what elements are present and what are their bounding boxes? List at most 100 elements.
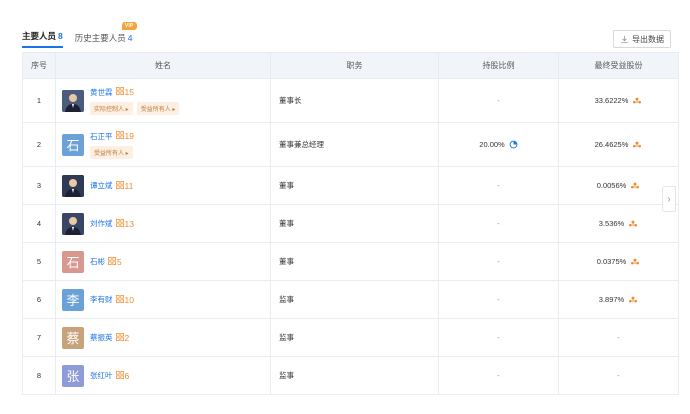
position-cell: 监事: [270, 280, 439, 319]
people-icon[interactable]: [626, 257, 640, 266]
table-row: 7 蔡蔡振英 2 监事 - -: [22, 318, 679, 357]
position-cell: 监事: [270, 318, 439, 357]
related-count[interactable]: 11: [125, 181, 134, 191]
vip-badge: VIP: [121, 22, 137, 30]
person-name-link[interactable]: 谭立斌: [90, 180, 113, 191]
related-count[interactable]: 2: [125, 333, 130, 343]
avatar[interactable]: 张: [62, 364, 84, 387]
role-tags: 实际控制人 ▸ 受益所有人 ▸: [90, 101, 183, 115]
final-share-cell: 0.0056%: [558, 166, 679, 205]
avatar[interactable]: [62, 212, 84, 235]
related-count[interactable]: 10: [125, 295, 134, 305]
person-name-link[interactable]: 黄世霖: [90, 87, 113, 98]
position-cell: 董事: [270, 166, 439, 205]
col-header-final: 最终受益股份: [558, 52, 679, 79]
personnel-table: 序号 姓名 职务 持股比例 最终受益股份 1 黄世霖 15 实际控制人 ▸ 受益所有人 …: [22, 52, 679, 395]
final-share-value: 0.0375%: [596, 256, 627, 266]
ratio-value: -: [497, 219, 500, 228]
tab-count: 4: [127, 33, 133, 43]
row-index: 3: [22, 166, 56, 205]
export-button[interactable]: 导出数据: [613, 30, 671, 48]
person-count-icon: [115, 218, 125, 229]
position-cell: 董事长: [270, 78, 439, 123]
final-share-value: 3.897%: [598, 294, 625, 304]
avatar[interactable]: 蔡: [62, 326, 84, 349]
position-cell: 监事: [270, 356, 439, 395]
people-icon[interactable]: [624, 295, 638, 304]
tab-label: 主要人员: [22, 31, 57, 41]
avatar[interactable]: 李: [62, 288, 84, 311]
person-name-link[interactable]: 石彬: [90, 256, 105, 267]
name-cell: 刘作斌 13: [55, 204, 271, 243]
role-tag[interactable]: 实际控制人 ▸: [90, 101, 133, 115]
person-name-link[interactable]: 张红叶: [90, 370, 113, 381]
ratio-value: -: [497, 333, 500, 342]
row-index: 6: [22, 280, 56, 319]
related-count[interactable]: 19: [125, 131, 134, 141]
table-row: 4 刘作斌 13 董事 - 3.536%: [22, 204, 679, 243]
name-cell: 黄世霖 15 实际控制人 ▸ 受益所有人 ▸: [55, 78, 271, 123]
col-header-ratio: 持股比例: [438, 52, 559, 79]
related-count[interactable]: 13: [125, 219, 134, 229]
related-count[interactable]: 15: [125, 87, 134, 97]
final-share-cell: 26.4625%: [558, 122, 679, 167]
ratio-cell: -: [438, 318, 559, 357]
person-name-link[interactable]: 刘作斌: [90, 218, 113, 229]
ratio-cell: -: [438, 166, 559, 205]
ratio-value: -: [497, 181, 500, 190]
avatar[interactable]: [62, 89, 84, 112]
row-index: 1: [22, 78, 56, 123]
name-cell: 蔡蔡振英 2: [55, 318, 271, 357]
table-row: 3 谭立斌 11 董事 - 0.0056%: [22, 166, 679, 205]
ratio-value: -: [497, 371, 500, 380]
person-name-link[interactable]: 石正平: [90, 131, 113, 142]
ratio-value: -: [497, 96, 500, 105]
person-count-icon: [115, 370, 125, 381]
related-count[interactable]: 5: [117, 257, 122, 267]
name-cell: 石石彬 5: [55, 242, 271, 281]
person-name-link[interactable]: 蔡振英: [90, 332, 113, 343]
col-header-index: 序号: [22, 52, 56, 79]
person-count-icon: [115, 332, 125, 343]
final-share-cell: 0.0375%: [558, 242, 679, 281]
name-cell: 李李有财 10: [55, 280, 271, 319]
person-count-icon: [115, 131, 125, 141]
people-icon[interactable]: [628, 140, 642, 149]
row-index: 4: [22, 204, 56, 243]
pie-chart-icon[interactable]: [505, 140, 518, 149]
final-share-cell: -: [558, 356, 679, 395]
person-count-icon: [115, 294, 125, 305]
people-icon[interactable]: [626, 181, 640, 190]
people-icon[interactable]: [628, 96, 642, 105]
related-count[interactable]: 6: [125, 371, 130, 381]
people-icon[interactable]: [624, 219, 638, 228]
ratio-cell: -: [438, 280, 559, 319]
chevron-right-icon[interactable]: ›: [662, 186, 676, 212]
row-index: 7: [22, 318, 56, 357]
person-count-icon: [108, 256, 117, 267]
position-cell: 董事: [270, 204, 439, 243]
role-tag[interactable]: 受益所有人 ▸: [136, 101, 180, 115]
final-share-value: -: [617, 333, 620, 342]
avatar[interactable]: [62, 174, 84, 197]
final-share-value: 3.536%: [598, 218, 625, 228]
avatar-char: 蔡: [66, 331, 80, 346]
avatar-char: 石: [66, 255, 80, 270]
person-name-link[interactable]: 李有财: [90, 294, 113, 305]
person-count-icon: [115, 180, 125, 191]
export-label: 导出数据: [632, 34, 664, 44]
avatar[interactable]: 石: [62, 133, 84, 156]
col-header-name: 姓名: [55, 52, 271, 79]
table-row: 6 李李有财 10 监事 - 3.897%: [22, 280, 679, 319]
final-share-cell: -: [558, 318, 679, 357]
role-tag[interactable]: 受益所有人 ▸: [90, 145, 133, 159]
ratio-cell: 20.00%: [438, 122, 559, 167]
table-row: 1 黄世霖 15 实际控制人 ▸ 受益所有人 ▸ 董事长 - 33.6222%: [22, 78, 679, 123]
row-index: 8: [22, 356, 56, 395]
ratio-cell: -: [438, 78, 559, 123]
position-cell: 董事: [270, 242, 439, 281]
tab-0[interactable]: 主要人员 8: [22, 30, 63, 48]
tab-1[interactable]: 历史主要人员 4 VIP: [75, 22, 137, 48]
tab-bar: 主要人员 8 历史主要人员 4 VIP: [22, 22, 145, 48]
avatar[interactable]: 石: [62, 250, 84, 273]
